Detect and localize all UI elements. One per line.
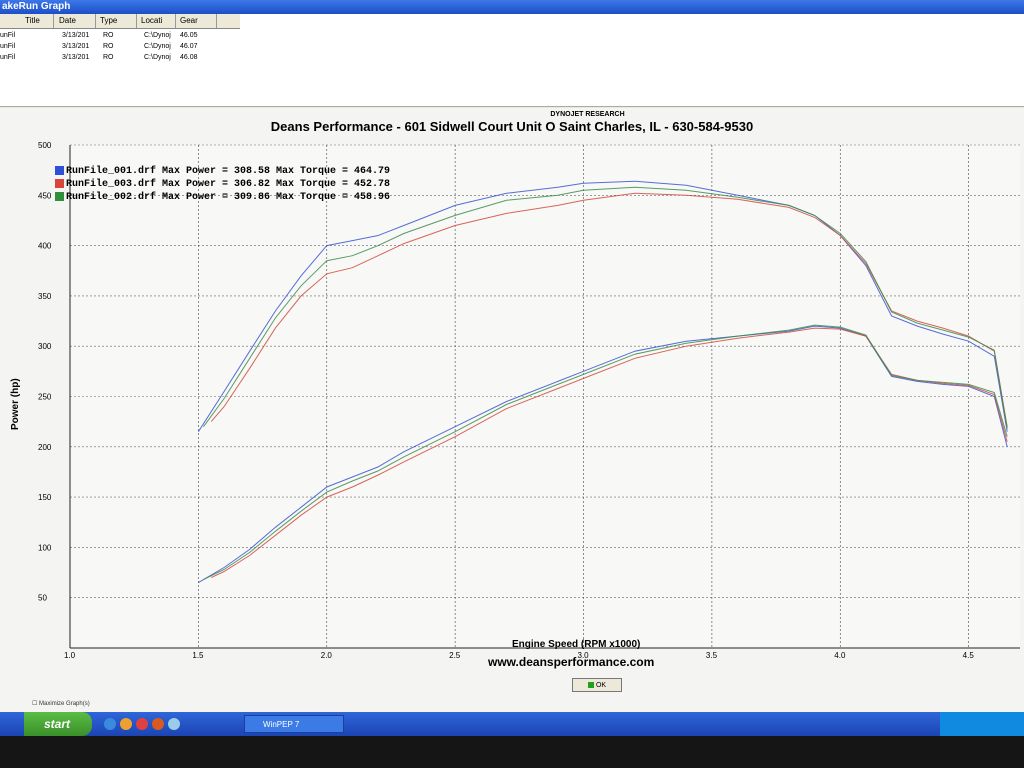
y-tick-label: 350 bbox=[38, 292, 52, 301]
y-axis-label: Power (hp) bbox=[10, 378, 21, 430]
app-icon[interactable] bbox=[168, 718, 180, 730]
x-tick-label: 4.0 bbox=[834, 651, 846, 660]
legend-swatch bbox=[55, 165, 64, 175]
ie-icon[interactable] bbox=[104, 718, 116, 730]
y-tick-label: 100 bbox=[38, 543, 52, 552]
legend-label: RunFile_003.drf Max Power = 306.82 Max T… bbox=[66, 179, 391, 190]
maximize-graphs-checkbox[interactable]: ☐ Maximize Graph(s) bbox=[32, 700, 90, 707]
x-tick-label: 1.0 bbox=[64, 651, 76, 660]
y-tick-label: 50 bbox=[38, 594, 47, 603]
legend-item: RunFile_003.drf Max Power = 306.82 Max T… bbox=[55, 178, 390, 191]
legend-label: RunFile_001.drf Max Power = 308.58 Max T… bbox=[66, 166, 391, 177]
y-tick-label: 300 bbox=[38, 342, 52, 351]
ok-icon bbox=[587, 682, 594, 689]
taskbar: start WinPEP 7 bbox=[0, 712, 1024, 736]
x-tick-label: 4.5 bbox=[963, 651, 975, 660]
y-tick-label: 450 bbox=[38, 191, 52, 200]
legend-label: RunFile_002.drf Max Power = 309.86 Max T… bbox=[66, 192, 391, 203]
start-button[interactable]: start bbox=[24, 712, 92, 736]
y-tick-label: 200 bbox=[38, 443, 52, 452]
chart-legend: RunFile_001.drf Max Power = 308.58 Max T… bbox=[55, 165, 390, 204]
app-icon[interactable] bbox=[152, 718, 164, 730]
y-tick-label: 500 bbox=[38, 141, 52, 150]
x-tick-label: 2.0 bbox=[321, 651, 333, 660]
ok-button[interactable]: OK bbox=[572, 678, 622, 692]
maximize-label: Maximize Graph(s) bbox=[39, 701, 90, 707]
x-axis-label: Engine Speed (RPM x1000) bbox=[512, 639, 641, 650]
legend-swatch bbox=[55, 191, 64, 201]
firefox-icon[interactable] bbox=[120, 718, 132, 730]
y-tick-label: 150 bbox=[38, 493, 52, 502]
app-window: akeRun Graph Title Date Type Locati Gear… bbox=[0, 0, 1024, 712]
x-tick-label: 2.5 bbox=[449, 651, 461, 660]
dyno-chart: 50 100 150 200 250 300 350 400 450 500 1.0 1.5 2.0 2.… bbox=[38, 141, 1020, 660]
website-text: www.deansperformance.com bbox=[488, 655, 655, 669]
plot-background bbox=[70, 145, 1020, 648]
system-tray bbox=[940, 712, 1024, 736]
y-tick-label: 250 bbox=[38, 393, 52, 402]
y-tick-label: 400 bbox=[38, 242, 52, 251]
ok-label: OK bbox=[595, 682, 607, 689]
x-tick-label: 1.5 bbox=[192, 651, 204, 660]
legend-item: RunFile_002.drf Max Power = 309.86 Max T… bbox=[55, 191, 390, 204]
x-tick-label: 3.5 bbox=[706, 651, 718, 660]
legend-swatch bbox=[55, 178, 64, 188]
taskbar-item-winpep[interactable]: WinPEP 7 bbox=[244, 715, 344, 733]
legend-item: RunFile_001.drf Max Power = 308.58 Max T… bbox=[55, 165, 390, 178]
app-icon[interactable] bbox=[136, 718, 148, 730]
monitor-bezel-bottom bbox=[0, 736, 1024, 768]
